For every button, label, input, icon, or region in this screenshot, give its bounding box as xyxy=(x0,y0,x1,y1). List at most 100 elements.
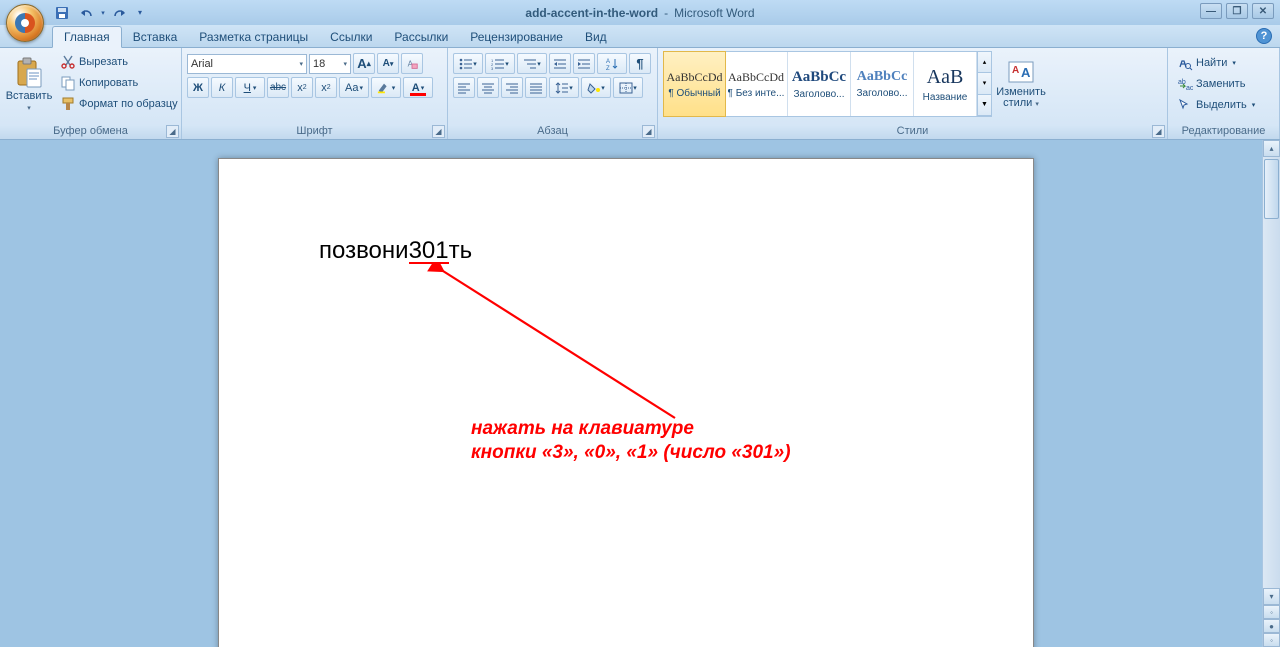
scroll-thumb[interactable] xyxy=(1264,159,1279,219)
style-no-spacing[interactable]: AaBbCcDd¶ Без инте... xyxy=(725,52,788,116)
svg-text:3: 3 xyxy=(491,66,494,71)
highlight-button[interactable]: ▾ xyxy=(371,77,401,98)
superscript-button[interactable]: x2 xyxy=(315,77,337,98)
decrease-indent-button[interactable] xyxy=(549,53,571,74)
minimize-button[interactable]: — xyxy=(1200,3,1222,19)
group-paragraph-label: Абзац xyxy=(453,124,652,138)
tab-page-layout[interactable]: Разметка страницы xyxy=(188,27,319,47)
style-normal[interactable]: AaBbCcDd¶ Обычный xyxy=(663,51,726,117)
group-editing: Найти▾ abacЗаменить Выделить▾ Редактиров… xyxy=(1168,48,1280,139)
ribbon-tabs: Главная Вставка Разметка страницы Ссылки… xyxy=(0,25,1280,48)
line-spacing-button[interactable]: ▾ xyxy=(549,77,579,98)
grow-font-button[interactable]: A▴ xyxy=(353,53,375,74)
increase-indent-button[interactable] xyxy=(573,53,595,74)
title-bar: ▾ ▾ add-accent-in-the-word - Microsoft W… xyxy=(0,0,1280,25)
quick-access-toolbar: ▾ ▾ xyxy=(52,0,146,25)
paste-label: Вставить xyxy=(6,91,53,102)
prev-page-button[interactable]: ◦ xyxy=(1263,605,1280,619)
group-font: Arial▾ 18▾ A▴ A▾ A Ж К Ч▾ abc x2 x2 Aa▾ … xyxy=(182,48,448,139)
maximize-button[interactable]: ❐ xyxy=(1226,3,1248,19)
style-title[interactable]: AaBНазвание xyxy=(914,52,977,116)
font-family-combo[interactable]: Arial▾ xyxy=(187,54,307,74)
clear-formatting-button[interactable]: A xyxy=(401,53,423,74)
style-heading1[interactable]: AaBbCcЗаголово... xyxy=(788,52,851,116)
ribbon: Вставить ▾ Вырезать Копировать Формат по… xyxy=(0,48,1280,140)
styles-dialog-launcher[interactable]: ◢ xyxy=(1152,125,1165,138)
italic-button[interactable]: К xyxy=(211,77,233,98)
format-painter-button[interactable]: Формат по образцу xyxy=(56,93,182,114)
copy-button[interactable]: Копировать xyxy=(56,72,182,93)
group-styles-label: Стили xyxy=(663,124,1162,138)
qat-redo[interactable] xyxy=(111,3,131,23)
group-styles: AaBbCcDd¶ Обычный AaBbCcDd¶ Без инте... … xyxy=(658,48,1168,139)
qat-undo-drop[interactable]: ▾ xyxy=(98,3,108,23)
document-text[interactable]: позвони301ть xyxy=(319,237,472,265)
multilevel-list-button[interactable]: ▾ xyxy=(517,53,547,74)
styles-gallery[interactable]: AaBbCcDd¶ Обычный AaBbCcDd¶ Без инте... … xyxy=(663,51,992,117)
tab-mailings[interactable]: Рассылки xyxy=(383,27,459,47)
window-title: add-accent-in-the-word - Microsoft Word xyxy=(525,6,754,20)
document-area: ◂ позвони301ть нажать на клавиатуре кноп… xyxy=(0,140,1280,647)
scroll-down-button[interactable]: ▾ xyxy=(1263,588,1280,605)
group-clipboard-label: Буфер обмена xyxy=(5,124,176,138)
group-font-label: Шрифт xyxy=(187,124,442,138)
qat-save[interactable] xyxy=(52,3,72,23)
vertical-scrollbar[interactable]: ▴ ▾ ◦ ● ◦ xyxy=(1262,140,1280,647)
clipboard-dialog-launcher[interactable]: ◢ xyxy=(166,125,179,138)
bold-button[interactable]: Ж xyxy=(187,77,209,98)
styles-gallery-scroll[interactable]: ▴▾▼ xyxy=(977,52,991,116)
tab-insert[interactable]: Вставка xyxy=(122,27,189,47)
group-editing-label: Редактирование xyxy=(1173,124,1274,138)
scroll-up-button[interactable]: ▴ xyxy=(1263,140,1280,157)
style-heading2[interactable]: AaBbCcЗаголово... xyxy=(851,52,914,116)
font-dialog-launcher[interactable]: ◢ xyxy=(432,125,445,138)
borders-button[interactable]: ▾ xyxy=(613,77,643,98)
annotation-text: нажать на клавиатуре кнопки «3», «0», «1… xyxy=(471,417,791,465)
tab-review[interactable]: Рецензирование xyxy=(459,27,574,47)
qat-customize[interactable]: ▾ xyxy=(134,3,146,23)
font-size-combo[interactable]: 18▾ xyxy=(309,54,351,74)
tab-view[interactable]: Вид xyxy=(574,27,618,47)
svg-text:ab: ab xyxy=(1178,79,1186,86)
cut-button[interactable]: Вырезать xyxy=(56,51,182,72)
document-name: add-accent-in-the-word xyxy=(525,6,658,20)
svg-text:A: A xyxy=(1021,65,1031,80)
qat-undo[interactable] xyxy=(75,3,95,23)
scroll-track[interactable] xyxy=(1263,157,1280,588)
browse-object-button[interactable]: ● xyxy=(1263,619,1280,633)
document-viewport[interactable]: ◂ позвони301ть нажать на клавиатуре кноп… xyxy=(0,140,1280,647)
find-button[interactable]: Найти▾ xyxy=(1173,52,1259,73)
sort-button[interactable]: AZ xyxy=(597,53,627,74)
annotation-arrow xyxy=(425,263,685,433)
close-button[interactable]: ✕ xyxy=(1252,3,1274,19)
replace-button[interactable]: abacЗаменить xyxy=(1173,73,1259,94)
paragraph-dialog-launcher[interactable]: ◢ xyxy=(642,125,655,138)
show-marks-button[interactable]: ¶ xyxy=(629,53,651,74)
next-page-button[interactable]: ◦ xyxy=(1263,633,1280,647)
subscript-button[interactable]: x2 xyxy=(291,77,313,98)
svg-text:ac: ac xyxy=(1186,85,1193,92)
strikethrough-button[interactable]: abc xyxy=(267,77,289,98)
tab-home[interactable]: Главная xyxy=(52,26,122,48)
shading-button[interactable]: ▾ xyxy=(581,77,611,98)
select-button[interactable]: Выделить▾ xyxy=(1173,94,1259,115)
change-case-button[interactable]: Aa▾ xyxy=(339,77,369,98)
underline-button[interactable]: Ч▾ xyxy=(235,77,265,98)
bullets-button[interactable]: ▾ xyxy=(453,53,483,74)
svg-text:A: A xyxy=(606,59,610,65)
help-icon[interactable]: ? xyxy=(1256,28,1272,44)
office-button[interactable] xyxy=(6,4,44,42)
group-clipboard: Вставить ▾ Вырезать Копировать Формат по… xyxy=(0,48,182,139)
group-paragraph: ▾ 123▾ ▾ AZ ¶ ▾ ▾ ▾ А xyxy=(448,48,658,139)
align-center-button[interactable] xyxy=(477,77,499,98)
page[interactable]: позвони301ть нажать на клавиатуре кнопки… xyxy=(218,158,1034,647)
align-right-button[interactable] xyxy=(501,77,523,98)
shrink-font-button[interactable]: A▾ xyxy=(377,53,399,74)
font-color-button[interactable]: A▾ xyxy=(403,77,433,98)
paste-button[interactable]: Вставить ▾ xyxy=(5,51,53,117)
change-styles-button[interactable]: AA Изменитьстили ▾ xyxy=(997,51,1045,117)
tab-references[interactable]: Ссылки xyxy=(319,27,383,47)
justify-button[interactable] xyxy=(525,77,547,98)
numbering-button[interactable]: 123▾ xyxy=(485,53,515,74)
align-left-button[interactable] xyxy=(453,77,475,98)
